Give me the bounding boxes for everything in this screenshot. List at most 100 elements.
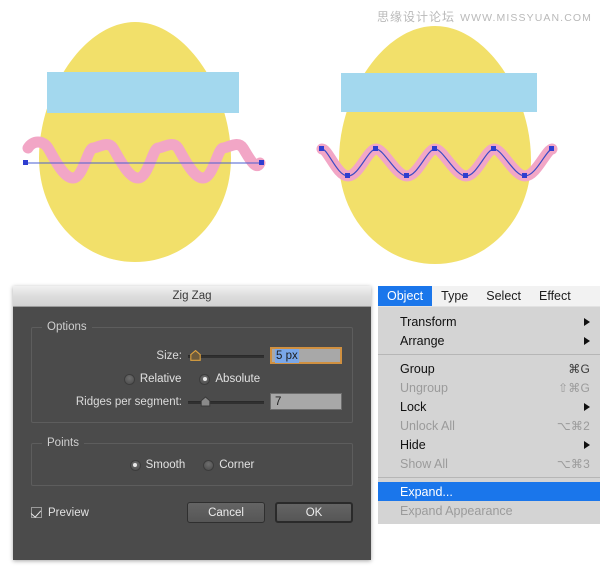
ridges-input-value: 7 (275, 396, 281, 408)
menu-separator (378, 477, 600, 478)
anchor-point[interactable] (432, 146, 437, 151)
menu-item-label: Show All (400, 457, 448, 471)
dialog-title: Zig Zag (173, 290, 212, 302)
left-egg-shape (39, 22, 231, 262)
menu-item-unlock-all: Unlock All ⌥⌘2 (378, 416, 600, 435)
menubar-item-effect[interactable]: Effect (530, 286, 580, 306)
radio-absolute[interactable]: Absolute (199, 373, 260, 385)
points-radio-group: Smooth Corner (42, 459, 342, 471)
preview-label: Preview (48, 507, 89, 519)
menu-item-hide[interactable]: Hide (378, 435, 600, 454)
menu-item-label: Arrange (400, 334, 444, 348)
watermark: 思缘设计论坛 WWW.MISSYUAN.COM (377, 8, 592, 25)
menu-item-label: Ungroup (400, 381, 448, 395)
menu-item-label: Hide (400, 438, 426, 452)
radio-corner[interactable]: Corner (203, 459, 254, 471)
left-anchor-point[interactable] (23, 160, 28, 165)
menu-item-group[interactable]: Group ⌘G (378, 359, 600, 378)
menu-item-transform[interactable]: Transform (378, 312, 600, 331)
anchor-point[interactable] (373, 146, 378, 151)
artboard-svg (0, 0, 600, 285)
size-mode-radio-group: Relative Absolute (42, 373, 342, 385)
ok-button[interactable]: OK (275, 502, 353, 523)
zigzag-dialog: Zig Zag Options Size: 5 px (13, 286, 371, 560)
points-group: Points Smooth Corner (31, 437, 353, 486)
left-egg-group (23, 22, 264, 262)
radio-smooth-mark[interactable] (130, 460, 141, 471)
preview-checkbox-wrap[interactable]: Preview (31, 507, 89, 519)
dialog-buttons: Cancel OK (187, 502, 353, 523)
size-input[interactable]: 5 px (270, 347, 342, 364)
illustration-canvas: 思缘设计论坛 WWW.MISSYUAN.COM (0, 0, 600, 285)
watermark-url: WWW.MISSYUAN.COM (460, 12, 592, 24)
right-egg-band (341, 73, 537, 112)
menu-item-label: Transform (400, 315, 457, 329)
radio-absolute-label: Absolute (215, 373, 260, 385)
cancel-button[interactable]: Cancel (187, 502, 265, 523)
chevron-right-icon (584, 403, 590, 411)
radio-corner-mark[interactable] (203, 460, 214, 471)
radio-corner-label: Corner (219, 459, 254, 471)
chevron-right-icon (584, 337, 590, 345)
menu-item-arrange[interactable]: Arrange (378, 331, 600, 350)
menu-item-shortcut: ⌥⌘3 (557, 457, 590, 471)
size-input-value: 5 px (275, 349, 299, 363)
anchor-point[interactable] (463, 173, 468, 178)
anchor-point[interactable] (522, 173, 527, 178)
anchor-point[interactable] (345, 173, 350, 178)
preview-checkbox[interactable] (31, 507, 42, 518)
menubar: Object Type Select Effect (378, 286, 600, 307)
anchor-point[interactable] (491, 146, 496, 151)
radio-relative[interactable]: Relative (124, 373, 182, 385)
menu-item-label: Lock (400, 400, 426, 414)
anchor-point[interactable] (549, 146, 554, 151)
size-row: Size: 5 px (42, 347, 342, 364)
radio-absolute-mark[interactable] (199, 374, 210, 385)
right-egg-group (319, 26, 554, 264)
dialog-titlebar[interactable]: Zig Zag (13, 286, 371, 307)
points-group-legend: Points (42, 437, 84, 449)
menu-item-shortcut: ⌘G (568, 362, 590, 376)
size-slider[interactable] (188, 349, 264, 363)
size-label: Size: (42, 350, 182, 362)
options-group-legend: Options (42, 321, 92, 333)
menu-item-shortcut: ⌥⌘2 (557, 419, 590, 433)
ridges-label: Ridges per segment: (42, 396, 182, 408)
menu-item-label: Group (400, 362, 435, 376)
dialog-footer: Preview Cancel OK (13, 500, 371, 523)
options-group: Options Size: 5 px (31, 321, 353, 423)
menu-item-expand-appearance: Expand Appearance (378, 501, 600, 520)
slider-thumb-icon (190, 350, 201, 361)
watermark-cn: 思缘设计论坛 (377, 10, 455, 24)
ridges-row: Ridges per segment: 7 (42, 393, 342, 410)
chevron-right-icon (584, 318, 590, 326)
radio-relative-mark[interactable] (124, 374, 135, 385)
menubar-item-type[interactable]: Type (432, 286, 477, 306)
menu-item-ungroup: Ungroup ⇧⌘G (378, 378, 600, 397)
ridges-slider[interactable] (188, 395, 264, 409)
ridges-input[interactable]: 7 (270, 393, 342, 410)
menu-panel: Object Type Select Effect Transform Arra… (378, 286, 600, 566)
menu-item-lock[interactable]: Lock (378, 397, 600, 416)
menu-item-label: Expand Appearance (400, 504, 513, 518)
menu-separator (378, 354, 600, 355)
object-menu-dropdown: Transform Arrange Group ⌘G Ungroup ⇧⌘G L… (378, 307, 600, 524)
menu-item-label: Expand... (400, 485, 453, 499)
menu-item-label: Unlock All (400, 419, 455, 433)
radio-smooth[interactable]: Smooth (130, 459, 186, 471)
menubar-item-select[interactable]: Select (477, 286, 530, 306)
radio-smooth-label: Smooth (146, 459, 186, 471)
menu-item-show-all: Show All ⌥⌘3 (378, 454, 600, 473)
anchor-point[interactable] (404, 173, 409, 178)
ridges-slider-thumb[interactable] (200, 396, 211, 407)
slider-thumb-icon (200, 396, 211, 407)
size-slider-thumb[interactable] (190, 350, 201, 361)
radio-relative-label: Relative (140, 373, 182, 385)
left-anchor-point[interactable] (259, 160, 264, 165)
anchor-point[interactable] (319, 146, 324, 151)
menu-item-expand[interactable]: Expand... (378, 482, 600, 501)
left-egg-band (47, 72, 239, 113)
menu-item-shortcut: ⇧⌘G (558, 381, 590, 395)
dialog-body: Options Size: 5 px (13, 307, 371, 486)
menubar-item-object[interactable]: Object (378, 286, 432, 306)
